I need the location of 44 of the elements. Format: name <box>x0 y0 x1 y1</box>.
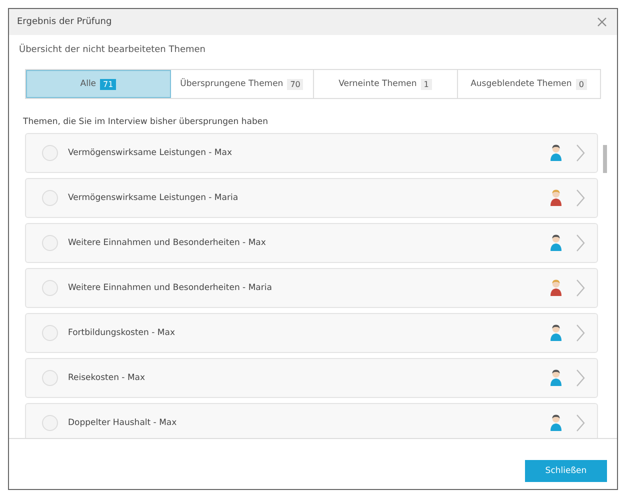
chevron-right-icon[interactable] <box>576 234 585 252</box>
topic-row[interactable]: Doppelter Haushalt - Max <box>25 403 598 438</box>
chevron-right-icon[interactable] <box>576 324 585 342</box>
person-icon <box>550 189 562 207</box>
topic-row[interactable]: Vermögenswirksame Leistungen - Max <box>25 133 598 173</box>
radio-circle[interactable] <box>42 325 58 341</box>
person-icon <box>550 414 562 432</box>
topic-row[interactable]: Reisekosten - Max <box>25 358 598 398</box>
chevron-right-icon[interactable] <box>576 189 585 207</box>
topic-label: Weitere Einnahmen und Besonderheiten - Max <box>68 238 267 248</box>
count-badge: 0 <box>576 78 587 90</box>
window-title: Ergebnis der Prüfung <box>17 17 112 27</box>
person-icon <box>550 324 562 342</box>
topic-label: Vermögenswirksame Leistungen - Maria <box>68 193 240 203</box>
count-badge: 71 <box>100 78 116 90</box>
radio-circle[interactable] <box>42 145 58 161</box>
topic-label: Vermögenswirksame Leistungen - Max <box>68 148 233 158</box>
topic-label: Reisekosten - Max <box>68 373 146 383</box>
radio-circle[interactable] <box>42 190 58 206</box>
radio-circle[interactable] <box>42 415 58 431</box>
close-icon[interactable] <box>597 17 607 27</box>
topic-label: Fortbildungskosten - Max <box>68 328 176 338</box>
count-badge: 1 <box>420 78 432 90</box>
person-icon <box>550 369 562 387</box>
topic-row[interactable]: Weitere Einnahmen und Besonderheiten - Max <box>25 223 598 263</box>
chevron-right-icon[interactable] <box>576 279 585 297</box>
topic-row[interactable]: Vermögenswirksame Leistungen - Maria <box>25 178 598 218</box>
chevron-right-icon[interactable] <box>576 369 585 387</box>
radio-circle[interactable] <box>42 235 58 251</box>
person-icon <box>550 234 562 252</box>
radio-circle[interactable] <box>42 280 58 296</box>
filter-tab[interactable]: Alle 71 <box>26 70 170 98</box>
radio-circle[interactable] <box>42 370 58 386</box>
subtitle: Übersicht der nicht bearbeiteten Themen <box>19 45 206 55</box>
section-heading: Themen, die Sie im Interview bisher übersprungen haben <box>23 117 269 127</box>
person-icon <box>550 279 562 297</box>
topic-row[interactable]: Weitere Einnahmen und Besonderheiten - Maria <box>25 268 598 308</box>
chevron-right-icon[interactable] <box>576 144 585 162</box>
topic-label: Weitere Einnahmen und Besonderheiten - Maria <box>68 283 273 293</box>
person-icon <box>550 144 562 162</box>
chevron-right-icon[interactable] <box>576 414 585 432</box>
topic-row[interactable]: Fortbildungskosten - Max <box>25 313 598 353</box>
topic-label: Doppelter Haushalt - Max <box>68 418 178 428</box>
count-badge: 70 <box>287 78 304 90</box>
